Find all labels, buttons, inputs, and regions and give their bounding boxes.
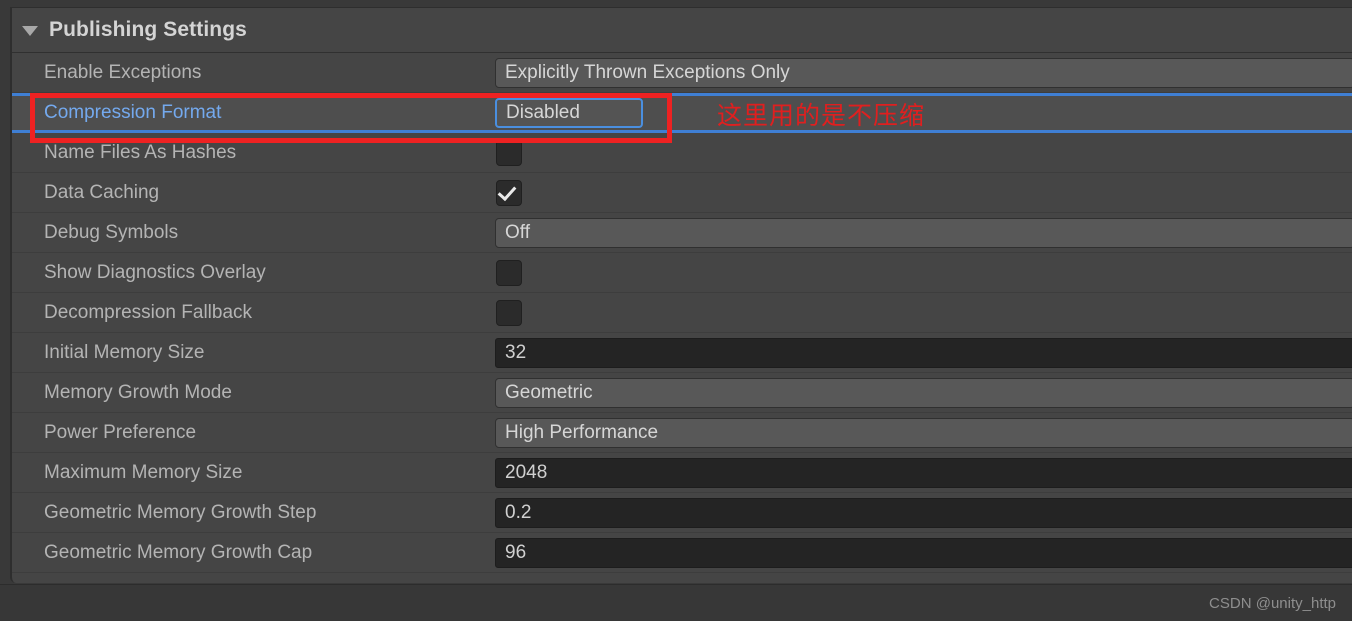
number-field[interactable]: 0.2	[495, 497, 1352, 528]
settings-row[interactable]: Power Preference High Performance	[12, 413, 1352, 453]
publishing-settings-foldout-header[interactable]: Publishing Settings	[12, 8, 1352, 53]
unity-inspector-window: Publishing Settings Enable Exceptions Exp…	[0, 0, 1352, 621]
setting-control: 32	[495, 333, 1352, 372]
chevron-down-icon[interactable]	[22, 26, 38, 36]
setting-label: Compression Format	[44, 102, 222, 123]
setting-control: 96	[495, 533, 1352, 572]
dropdown-field[interactable]: Geometric	[495, 377, 1352, 408]
watermark-label: CSDN @unity_http	[1209, 595, 1336, 612]
settings-row[interactable]: Show Diagnostics Overlay	[12, 253, 1352, 293]
settings-row[interactable]: Memory Growth Mode Geometric	[12, 373, 1352, 413]
settings-row[interactable]: Decompression Fallback	[12, 293, 1352, 333]
checkbox-unchecked[interactable]	[496, 139, 522, 166]
checkbox-unchecked[interactable]	[496, 259, 522, 286]
checkbox-unchecked[interactable]	[496, 299, 522, 326]
setting-control: High Performance	[495, 413, 1352, 452]
setting-label: Show Diagnostics Overlay	[44, 261, 266, 283]
setting-label: Initial Memory Size	[44, 341, 205, 363]
dropdown-field[interactable]: Disabled	[495, 98, 643, 128]
dropdown-field[interactable]: Explicitly Thrown Exceptions Only	[495, 57, 1352, 88]
settings-row[interactable]: Geometric Memory Growth Cap 96	[12, 533, 1352, 573]
setting-control: Geometric	[495, 373, 1352, 412]
footer-bar: CSDN @unity_http	[0, 584, 1352, 621]
setting-label: Geometric Memory Growth Step	[44, 501, 317, 523]
setting-label: Geometric Memory Growth Cap	[44, 541, 313, 563]
settings-row[interactable]: Maximum Memory Size 2048	[12, 453, 1352, 493]
settings-row[interactable]: Initial Memory Size 32	[12, 333, 1352, 373]
settings-rows: Enable Exceptions Explicitly Thrown Excep…	[12, 53, 1352, 573]
setting-control: Off	[495, 213, 1352, 252]
setting-control: Explicitly Thrown Exceptions Only	[495, 53, 1352, 92]
setting-control: 0.2	[495, 493, 1352, 532]
setting-control	[495, 293, 1352, 332]
settings-row[interactable]: Geometric Memory Growth Step 0.2	[12, 493, 1352, 533]
settings-row[interactable]: Debug Symbols Off	[12, 213, 1352, 253]
setting-control: 2048	[495, 453, 1352, 492]
setting-label: Debug Symbols	[44, 221, 179, 243]
publishing-settings-panel: Publishing Settings Enable Exceptions Exp…	[10, 7, 1352, 583]
setting-control	[495, 173, 1352, 212]
settings-row[interactable]: Enable Exceptions Explicitly Thrown Excep…	[12, 53, 1352, 93]
number-field[interactable]: 96	[495, 537, 1352, 568]
number-field[interactable]: 2048	[495, 457, 1352, 488]
setting-control	[495, 133, 1352, 172]
setting-label: Enable Exceptions	[44, 61, 202, 83]
dropdown-field[interactable]: High Performance	[495, 417, 1352, 448]
page-title: Publishing Settings	[49, 18, 247, 41]
settings-row[interactable]: Data Caching	[12, 173, 1352, 213]
setting-label: Data Caching	[44, 181, 160, 203]
setting-label: Name Files As Hashes	[44, 141, 237, 163]
setting-label: Power Preference	[44, 421, 197, 443]
annotation-note-text: 这里用的是不压缩	[717, 102, 926, 130]
settings-row[interactable]: Compression Format Disabled	[12, 93, 1352, 133]
setting-label: Memory Growth Mode	[44, 381, 232, 403]
setting-label: Decompression Fallback	[44, 301, 253, 323]
number-field[interactable]: 32	[495, 337, 1352, 368]
checkbox-checked[interactable]	[496, 179, 522, 206]
checkmark-icon	[497, 181, 517, 201]
dropdown-field[interactable]: Off	[495, 217, 1352, 248]
settings-row[interactable]: Name Files As Hashes	[12, 133, 1352, 173]
setting-control	[495, 253, 1352, 292]
setting-label: Maximum Memory Size	[44, 461, 243, 483]
